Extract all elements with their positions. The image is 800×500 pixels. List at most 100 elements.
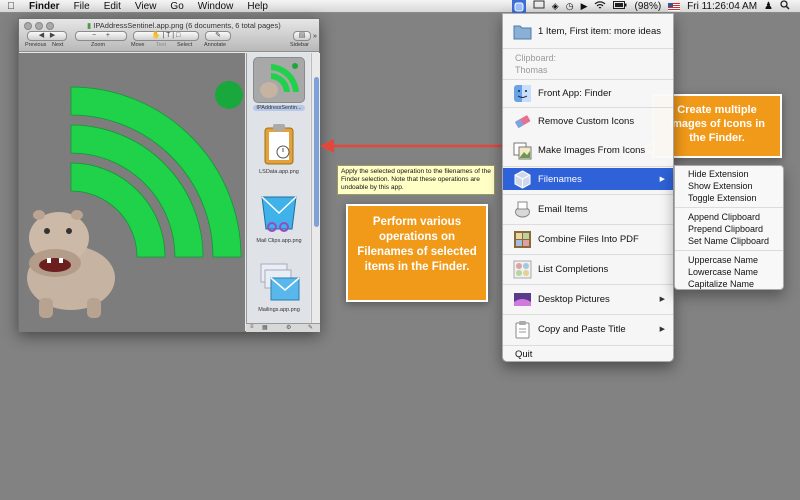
menu-item-first-item[interactable]: 1 Item, First item: more ideas [503, 18, 673, 44]
filenames-submenu: Hide Extension Show Extension Toggle Ext… [674, 165, 784, 290]
toolbar-overflow-icon[interactable]: » [313, 33, 317, 40]
wifi-icon[interactable] [594, 0, 606, 13]
menu-app-name[interactable]: Finder [22, 0, 67, 13]
menu-item-label: Email Items [538, 203, 588, 215]
submenu-uppercase-name[interactable]: Uppercase Name [688, 255, 758, 265]
gear-icon[interactable]: ⚙ [286, 324, 291, 331]
menu-item-copy-paste-title[interactable]: Copy and Paste Title ▶ [503, 316, 673, 342]
menu-item-label: 1 Item, First item: more ideas [538, 25, 662, 37]
minimize-window-button[interactable] [35, 22, 43, 30]
menu-separator [503, 345, 673, 346]
menu-go[interactable]: Go [163, 0, 190, 13]
submenu-append-clipboard[interactable]: Append Clipboard [688, 212, 760, 222]
menu-separator [503, 284, 673, 285]
menu-item-label: Filenames [538, 173, 582, 185]
thumbnail-caption: Mailings.app.png [258, 307, 300, 313]
submenu-toggle-extension[interactable]: Toggle Extension [688, 193, 757, 203]
sidebar-button[interactable]: ▤ [293, 31, 311, 41]
battery-percent: (98%) [634, 1, 662, 12]
preview-titlebar: ▮ IPAddressSentinel.app.png (6 documents… [19, 19, 319, 52]
document-canvas[interactable] [19, 53, 245, 332]
sidebar-scrollbar[interactable] [311, 53, 320, 323]
ip-sentinel-image [27, 81, 243, 318]
zoom-control[interactable]: − + [75, 31, 127, 41]
close-window-button[interactable] [24, 22, 32, 30]
submenu-hide-extension[interactable]: Hide Extension [688, 169, 749, 179]
tool-segment-control[interactable]: ✋ | T | □ [133, 31, 199, 41]
menu-window[interactable]: Window [191, 0, 241, 13]
time-machine-icon[interactable]: ◷ [566, 1, 574, 12]
zoom-window-button[interactable] [46, 22, 54, 30]
finder-icon [514, 84, 531, 102]
spotlight-icon[interactable] [780, 0, 790, 13]
apple-icon[interactable]:  [0, 1, 22, 12]
preview-window: ▮ IPAddressSentinel.app.png (6 documents… [18, 18, 320, 332]
submenu-prepend-clipboard[interactable]: Prepend Clipboard [688, 224, 763, 234]
menu-item-front-app[interactable]: Front App: Finder [503, 80, 673, 106]
menu-edit[interactable]: Edit [97, 0, 128, 13]
menu-separator [503, 194, 673, 195]
folder-icon [513, 25, 532, 39]
menu-clock[interactable]: Fri 11:26:04 AM [687, 1, 757, 12]
menu-separator [503, 224, 673, 225]
menu-separator [503, 48, 673, 49]
submenu-show-extension[interactable]: Show Extension [688, 181, 753, 191]
thumbnail-item[interactable]: Mailings.app.png [253, 259, 305, 313]
menu-item-filenames[interactable]: Filenames ▶ [503, 168, 673, 190]
prev-next-control[interactable]: ◀ ▶ [27, 31, 67, 41]
volume-icon[interactable]: ▶ [581, 1, 588, 12]
callout-filenames: Perform various operations on Filenames … [346, 204, 488, 302]
finder-status-icon[interactable] [511, 0, 526, 13]
window-title-text: IPAddressSentinel.app.png (6 documents, … [93, 21, 281, 30]
input-flag-icon[interactable] [668, 2, 681, 11]
thumbnail-caption: Mail Clips.app.png [256, 238, 302, 244]
bluetooth-icon[interactable]: ◈ [552, 1, 559, 12]
status-dropdown-menu: 1 Item, First item: more ideas Clipboard… [502, 13, 674, 362]
submenu-capitalize-name[interactable]: Capitalize Name [688, 279, 754, 289]
zoom-label: Zoom [91, 42, 106, 48]
annotate-button[interactable]: ✎ [205, 31, 231, 41]
previous-label: Previous [25, 42, 47, 48]
copy-paste-icon [515, 320, 530, 338]
menu-item-desktop-pictures[interactable]: Desktop Pictures ▶ [503, 286, 673, 312]
submenu-arrow-icon: ▶ [659, 176, 665, 183]
submenu-arrow-icon: ▶ [659, 296, 665, 303]
eraser-icon [514, 114, 531, 128]
thumbnail-item[interactable]: Mail Clips.app.png [253, 190, 305, 244]
thumbnail-mailclips-image [253, 190, 305, 236]
menu-item-label: Copy and Paste Title [538, 323, 626, 335]
next-label: Next [52, 42, 64, 48]
clipboard-value: Thomas [515, 65, 548, 75]
menu-item-label: Front App: Finder [538, 87, 612, 99]
annotate-label: Annotate [204, 42, 227, 48]
menu-item-label: List Completions [538, 263, 609, 275]
submenu-lowercase-name[interactable]: Lowercase Name [688, 267, 758, 277]
menu-view[interactable]: View [128, 0, 164, 13]
user-icon[interactable]: ♟ [764, 1, 773, 12]
thumbnail-item[interactable]: LSData.app.png [253, 121, 305, 175]
menu-help[interactable]: Help [240, 0, 275, 13]
menu-item-combine-pdf[interactable]: Combine Files Into PDF [503, 226, 673, 252]
resize-handle-icon[interactable]: ✎ [308, 324, 313, 331]
submenu-separator [675, 207, 783, 208]
view-list-icon[interactable]: ≡ [250, 324, 254, 330]
battery-icon[interactable] [613, 1, 627, 12]
menu-item-email-items[interactable]: Email Items [503, 196, 673, 222]
menu-item-label: Remove Custom Icons [538, 115, 635, 127]
menu-item-make-images[interactable]: Make Images From Icons [503, 137, 673, 163]
menu-separator [503, 314, 673, 315]
menu-item-list-completions[interactable]: List Completions [503, 256, 673, 282]
screen-icon[interactable] [533, 0, 545, 13]
list-completions-icon [513, 260, 532, 278]
menu-file[interactable]: File [67, 0, 97, 13]
menu-item-quit[interactable]: Quit [503, 347, 673, 361]
menu-item-remove-icons[interactable]: Remove Custom Icons [503, 108, 673, 134]
thumbnail-lsdata-image [253, 121, 305, 167]
thumbnail-sidebar[interactable]: IPAddressSentin... LSData.app.png Mail C… [246, 53, 310, 323]
window-title: ▮ IPAddressSentinel.app.png (6 documents… [87, 21, 281, 30]
clipboard-label: Clipboard: [515, 53, 557, 63]
thumbnail-item[interactable]: IPAddressSentin... [253, 57, 305, 111]
view-thumbs-icon[interactable]: ▦ [262, 324, 268, 331]
images-icon [513, 142, 532, 159]
submenu-set-name-clipboard[interactable]: Set Name Clipboard [688, 236, 769, 246]
